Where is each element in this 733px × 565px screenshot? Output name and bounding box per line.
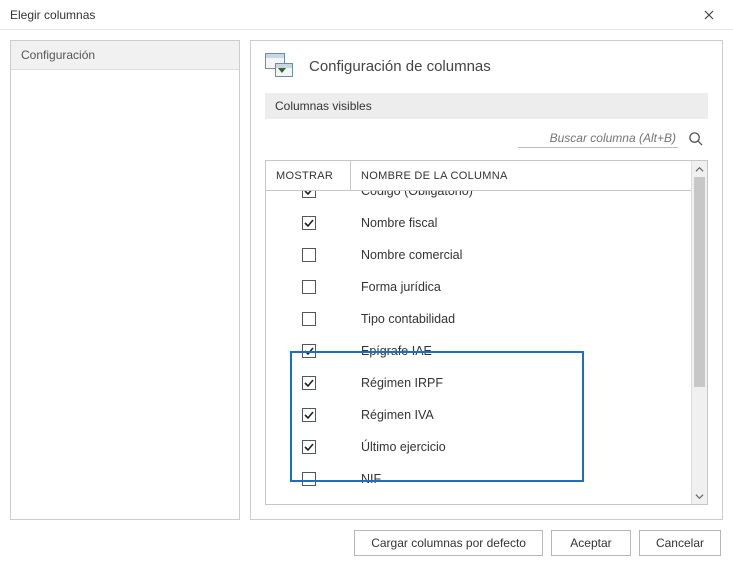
- table-cell-nombre: Último ejercicio: [351, 440, 691, 454]
- table-cell-nombre: Epígrafe IAE: [351, 344, 691, 358]
- table-cell-nombre: Código (Obligatorio): [351, 191, 691, 198]
- table-cell-nombre: Régimen IVA: [351, 408, 691, 422]
- table-cell-nombre: Nombre comercial: [351, 248, 691, 262]
- search-row: [265, 129, 708, 148]
- checkbox[interactable]: [302, 472, 316, 486]
- search-input[interactable]: [518, 129, 678, 148]
- sidebar: Configuración: [10, 40, 240, 520]
- table-cell-nombre: Nombre fiscal: [351, 216, 691, 230]
- main-header: Configuración de columnas: [265, 53, 708, 79]
- check-icon: [304, 218, 314, 228]
- scroll-down-button[interactable]: [692, 488, 707, 504]
- table-cell-mostrar: [266, 344, 351, 358]
- table-row[interactable]: NIF: [266, 463, 691, 495]
- table-cell-nombre: Forma jurídica: [351, 280, 691, 294]
- checkbox[interactable]: [302, 216, 316, 230]
- table-cell-mostrar: [266, 376, 351, 390]
- check-icon: [304, 346, 314, 356]
- table-row[interactable]: Tipo contabilidad: [266, 303, 691, 335]
- main-title: Configuración de columnas: [309, 58, 491, 75]
- table-row[interactable]: Nombre comercial: [266, 239, 691, 271]
- sidebar-item-configuracion[interactable]: Configuración: [11, 41, 239, 70]
- checkbox[interactable]: [302, 376, 316, 390]
- table-row[interactable]: Último ejercicio: [266, 431, 691, 463]
- load-defaults-button[interactable]: Cargar columnas por defecto: [354, 530, 543, 556]
- table-cell-mostrar: [266, 472, 351, 486]
- close-button[interactable]: [695, 4, 723, 26]
- table-row[interactable]: Régimen IVA: [266, 399, 691, 431]
- table-cell-mostrar: [266, 440, 351, 454]
- table-cell-mostrar: [266, 280, 351, 294]
- checkbox[interactable]: [302, 191, 316, 198]
- table-row[interactable]: Forma jurídica: [266, 271, 691, 303]
- search-icon: [688, 131, 703, 146]
- check-icon: [304, 191, 314, 196]
- table-row[interactable]: Régimen IRPF: [266, 367, 691, 399]
- table-cell-mostrar: [266, 191, 351, 198]
- checkbox[interactable]: [302, 440, 316, 454]
- cancel-button[interactable]: Cancelar: [639, 530, 721, 556]
- search-button[interactable]: [686, 130, 704, 148]
- scroll-up-button[interactable]: [692, 161, 707, 177]
- checkbox[interactable]: [302, 312, 316, 326]
- table-cell-mostrar: [266, 216, 351, 230]
- table-cell-nombre: NIF: [351, 472, 691, 486]
- columns-table: MOSTRAR NOMBRE DE LA COLUMNA Código (Obl…: [265, 160, 708, 505]
- checkbox[interactable]: [302, 344, 316, 358]
- table-row[interactable]: Nombre fiscal: [266, 207, 691, 239]
- table-row[interactable]: Código (Obligatorio): [266, 191, 691, 207]
- table-cell-mostrar: [266, 248, 351, 262]
- check-icon: [304, 410, 314, 420]
- checkbox[interactable]: [302, 280, 316, 294]
- table-cell-mostrar: [266, 312, 351, 326]
- section-columns-visible: Columnas visibles: [265, 93, 708, 119]
- checkbox[interactable]: [302, 248, 316, 262]
- check-icon: [304, 378, 314, 388]
- table-cell-mostrar: [266, 408, 351, 422]
- titlebar: Elegir columnas: [0, 0, 733, 30]
- chevron-down-icon: [695, 492, 704, 501]
- table-header-row: MOSTRAR NOMBRE DE LA COLUMNA: [266, 161, 691, 191]
- body-area: Configuración Configuración de columnas …: [0, 30, 733, 520]
- table-scroll: MOSTRAR NOMBRE DE LA COLUMNA Código (Obl…: [266, 161, 691, 504]
- accept-button[interactable]: Aceptar: [551, 530, 631, 556]
- chevron-up-icon: [695, 165, 704, 174]
- check-icon: [304, 442, 314, 452]
- table-cell-nombre: Régimen IRPF: [351, 376, 691, 390]
- col-header-nombre[interactable]: NOMBRE DE LA COLUMNA: [351, 170, 691, 182]
- vertical-scrollbar[interactable]: [691, 161, 707, 504]
- main-panel: Configuración de columnas Columnas visib…: [250, 40, 723, 520]
- scrollbar-thumb[interactable]: [694, 177, 705, 387]
- dialog-footer: Cargar columnas por defecto Aceptar Canc…: [0, 520, 733, 565]
- table-cell-nombre: Tipo contabilidad: [351, 312, 691, 326]
- window-title: Elegir columnas: [10, 8, 95, 22]
- col-header-mostrar[interactable]: MOSTRAR: [266, 161, 351, 190]
- checkbox[interactable]: [302, 408, 316, 422]
- columns-config-icon: [265, 53, 295, 79]
- table-row[interactable]: Epígrafe IAE: [266, 335, 691, 367]
- close-icon: [704, 10, 714, 20]
